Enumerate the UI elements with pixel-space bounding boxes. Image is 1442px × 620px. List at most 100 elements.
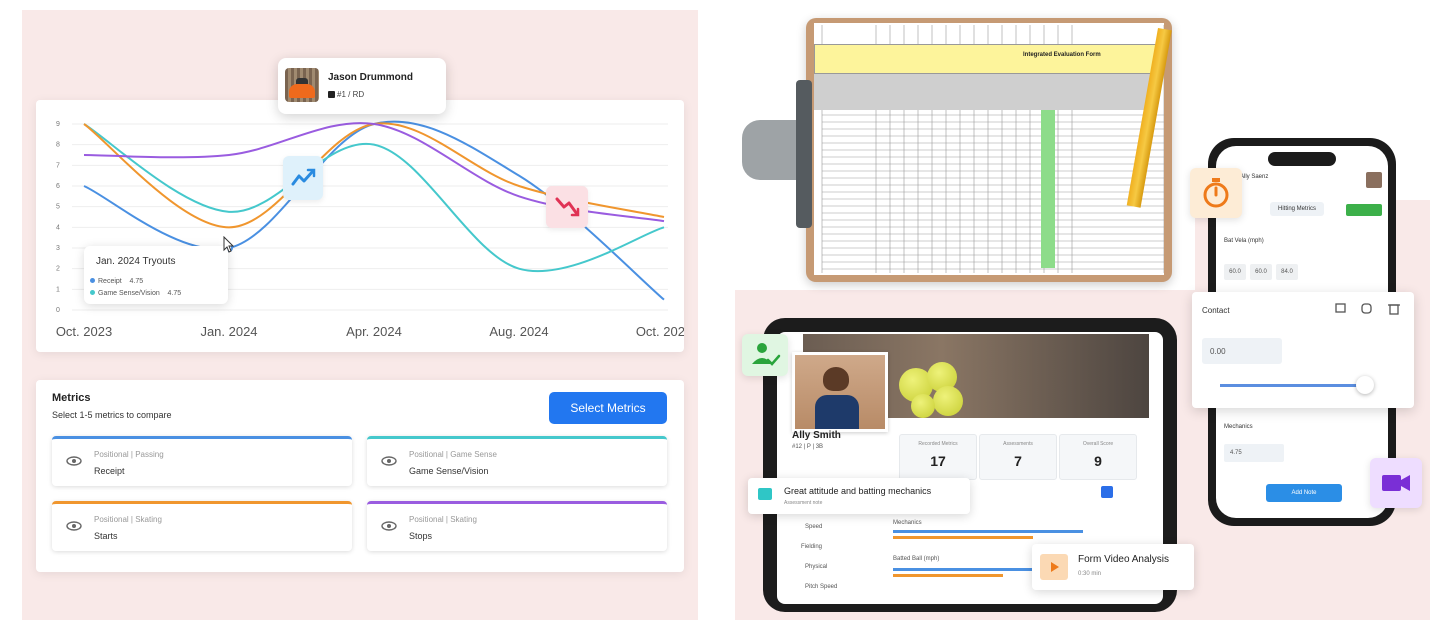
phone-mechanics-value[interactable]: 4.75	[1224, 444, 1284, 462]
player-avatar	[285, 68, 319, 102]
metric-card-receipt[interactable]: Positional | Passing Receipt	[52, 436, 352, 486]
phone-mechanics-label: Mechanics	[1224, 424, 1253, 430]
tablet-nav-item[interactable]: Fielding	[801, 544, 822, 550]
chat-icon	[758, 488, 772, 500]
x-tick-label: Oct. 2024	[636, 324, 684, 339]
metrics-panel: Metrics Select 1-5 metrics to compare Se…	[36, 380, 684, 572]
y-tick-label: 1	[56, 286, 60, 293]
form-score-column	[1041, 110, 1055, 268]
phone-avatar	[1366, 172, 1382, 188]
metric-card-starts[interactable]: Positional | Skating Starts	[52, 501, 352, 551]
metric-category: Positional | Passing	[94, 450, 164, 459]
video-analysis-card[interactable]: Form Video Analysis 0:30 min	[1032, 544, 1194, 590]
tablet-nav-item[interactable]: Physical	[805, 564, 827, 570]
y-tick-label: 4	[56, 224, 60, 231]
add-note-button[interactable]: Add Note	[1266, 484, 1342, 502]
cursor-icon	[223, 236, 235, 253]
y-tick-label: 8	[56, 142, 60, 149]
assessment-note-card[interactable]: Great attitude and batting mechanics Ass…	[748, 478, 970, 514]
approved-badge	[742, 334, 788, 376]
y-tick-label: 3	[56, 245, 60, 252]
video-camera-icon	[1382, 475, 1410, 491]
metric-category: Positional | Game Sense	[409, 450, 497, 459]
bar-label: Batted Ball (mph)	[893, 556, 940, 562]
tablet-nav-item[interactable]: Pitch Speed	[805, 584, 837, 590]
player-position: #1 / RD	[328, 90, 364, 99]
trend-down-badge	[546, 186, 588, 228]
phone-status-bar	[1346, 204, 1382, 216]
metric-name: Starts	[94, 531, 118, 541]
mechanics-bar	[893, 530, 1083, 533]
contact-metric-card[interactable]: Contact 0.00	[1192, 292, 1414, 408]
form-title: Integrated Evaluation Form	[1023, 52, 1101, 58]
metric-category: Positional | Skating	[409, 515, 477, 524]
chart-tooltip: Jan. 2024 Tryouts Receipt 4.75 Game Sens…	[84, 246, 228, 304]
trend-up-badge	[283, 156, 323, 200]
contact-slider[interactable]	[1220, 384, 1370, 387]
metric-card-game-sense[interactable]: Positional | Game Sense Game Sense/Visio…	[367, 436, 667, 486]
video-title: Form Video Analysis	[1078, 554, 1169, 565]
eye-icon[interactable]	[381, 521, 397, 531]
contact-slider-handle[interactable]	[1356, 376, 1374, 394]
tablet-nav-item[interactable]: Speed	[805, 524, 822, 530]
note-subtitle: Assessment note	[784, 500, 823, 506]
batted-ball-bar	[893, 568, 1033, 571]
y-tick-label: 7	[56, 162, 60, 169]
trend-down-icon	[555, 197, 580, 217]
eye-icon[interactable]	[381, 456, 397, 466]
tablet-dropdown-button[interactable]	[1101, 486, 1113, 498]
action-icons[interactable]	[1334, 302, 1404, 316]
metrics-title: Metrics	[52, 392, 91, 404]
tab-hitting-metrics[interactable]: Hitting Metrics	[1270, 202, 1324, 216]
clipboard-bar	[796, 80, 812, 228]
phone-value[interactable]: 84.0	[1276, 264, 1298, 280]
x-tick-label: Aug. 2024	[489, 324, 548, 339]
video-badge	[1370, 458, 1422, 508]
stat-recorded-metrics: Recorded Metrics 17	[899, 434, 977, 480]
player-card[interactable]: Jason Drummond #1 / RD	[278, 58, 446, 114]
eye-icon[interactable]	[66, 521, 82, 531]
clipboard-evaluation-form: Integrated Evaluation Form	[806, 18, 1172, 282]
form-header: Integrated Evaluation Form	[814, 44, 1158, 74]
athlete-photo	[792, 352, 888, 432]
y-tick-label: 2	[56, 266, 60, 273]
stat-overall-score: Overall Score 9	[1059, 434, 1137, 480]
tooltip-title: Jan. 2024 Tryouts	[96, 256, 176, 267]
contact-value-input[interactable]: 0.00	[1202, 338, 1282, 364]
phone-athlete-name: Ally Saenz	[1240, 174, 1269, 180]
metric-category: Positional | Skating	[94, 515, 162, 524]
x-tick-label: Jan. 2024	[200, 324, 257, 339]
mechanics-bar-secondary	[893, 536, 1033, 539]
metric-name: Game Sense/Vision	[409, 466, 489, 476]
jersey-icon	[328, 91, 335, 98]
stopwatch-icon	[1203, 178, 1229, 208]
play-icon	[1051, 562, 1059, 572]
select-metrics-button[interactable]: Select Metrics	[549, 392, 667, 424]
video-duration: 0:30 min	[1078, 571, 1102, 577]
contact-label: Contact	[1202, 306, 1230, 315]
stat-assessments: Assessments 7	[979, 434, 1057, 480]
note-text: Great attitude and batting mechanics	[784, 486, 932, 496]
metric-card-stops[interactable]: Positional | Skating Stops	[367, 501, 667, 551]
x-tick-label: Apr. 2024	[346, 324, 402, 339]
video-thumbnail[interactable]	[1040, 554, 1068, 580]
batted-ball-bar-secondary	[893, 574, 1003, 577]
phone-value[interactable]: 60.0	[1250, 264, 1272, 280]
tooltip-row-receipt: Receipt 4.75	[90, 278, 143, 285]
form-column-header	[814, 74, 1156, 110]
user-check-icon	[752, 343, 781, 366]
athlete-name: Ally Smith	[792, 430, 841, 441]
tooltip-row-game-sense: Game Sense/Vision 4.75	[90, 290, 181, 297]
y-tick-label: 9	[56, 121, 60, 128]
phone-notch	[1268, 152, 1336, 166]
x-tick-label: Oct. 2023	[56, 324, 112, 339]
metric-name: Stops	[409, 531, 433, 541]
phone-metric-label: Bat Vela (mph)	[1224, 238, 1264, 244]
trend-up-icon	[291, 168, 316, 186]
eye-icon[interactable]	[66, 456, 82, 466]
bar-label: Mechanics	[893, 520, 922, 526]
y-tick-label: 6	[56, 183, 60, 190]
player-name: Jason Drummond	[328, 72, 414, 83]
metrics-subtitle: Select 1-5 metrics to compare	[52, 410, 172, 420]
phone-value[interactable]: 60.0	[1224, 264, 1246, 280]
